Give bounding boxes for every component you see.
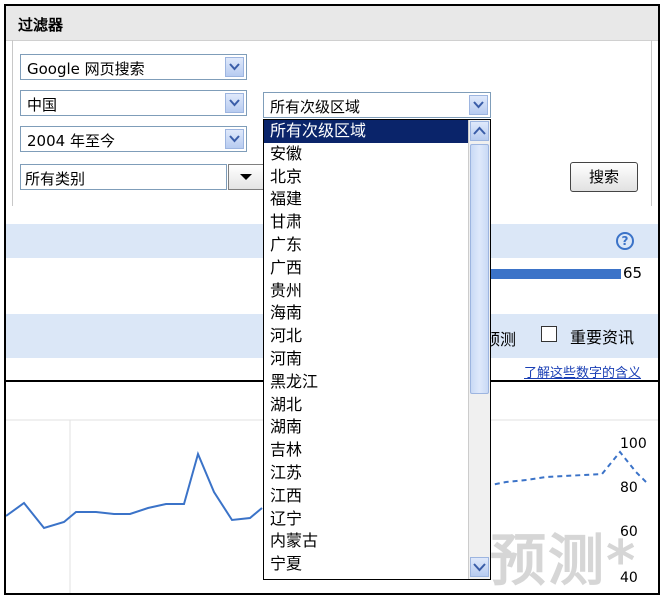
- region-option[interactable]: 海南: [264, 302, 468, 325]
- axis-tick-label: 40: [620, 570, 638, 586]
- region-option[interactable]: 内蒙古: [264, 530, 468, 553]
- region-option[interactable]: 湖南: [264, 416, 468, 439]
- axis-tick-label: 100: [620, 436, 647, 452]
- filter-title: 过滤器: [18, 16, 64, 34]
- triangle-down-icon: [240, 174, 252, 180]
- scroll-down-button[interactable]: [470, 557, 489, 577]
- chevron-down-icon[interactable]: [225, 129, 244, 149]
- time-range-value: 2004 年至今: [27, 132, 115, 150]
- region-select[interactable]: 所有次级区域: [263, 92, 491, 118]
- region-option[interactable]: 宁夏: [264, 553, 468, 576]
- region-value: 所有次级区域: [270, 98, 361, 116]
- axis-tick-label: 60: [620, 524, 638, 540]
- region-option[interactable]: 甘肃: [264, 211, 468, 234]
- region-option[interactable]: 广西: [264, 257, 468, 280]
- category-value: 所有类别: [25, 170, 86, 188]
- scroll-up-button[interactable]: [470, 121, 489, 141]
- trend-line-history: [6, 450, 263, 530]
- search-type-select[interactable]: Google 网页搜索: [20, 54, 247, 80]
- axis-tick-label: 80: [620, 480, 638, 496]
- news-checkbox[interactable]: [541, 326, 557, 342]
- volume-value: 65: [623, 264, 643, 282]
- numbers-meaning-link[interactable]: 了解这些数字的含义: [524, 362, 641, 381]
- chevron-down-icon[interactable]: [225, 93, 244, 113]
- region-option[interactable]: 安徽: [264, 143, 468, 166]
- time-range-select[interactable]: 2004 年至今: [20, 126, 247, 152]
- region-option[interactable]: 福建: [264, 188, 468, 211]
- news-label: 重要资讯: [570, 328, 635, 347]
- region-option[interactable]: 河北: [264, 325, 468, 348]
- region-option[interactable]: 辽宁: [264, 508, 468, 531]
- chevron-down-icon[interactable]: [225, 57, 244, 77]
- chevron-down-icon: [473, 563, 486, 572]
- region-option[interactable]: 江西: [264, 485, 468, 508]
- country-select[interactable]: 中国: [20, 90, 247, 116]
- country-value: 中国: [27, 96, 58, 114]
- search-button[interactable]: 搜索: [570, 162, 638, 192]
- category-input[interactable]: 所有类别: [20, 164, 227, 190]
- category-dropdown-button[interactable]: [228, 164, 264, 190]
- help-icon[interactable]: ?: [616, 232, 634, 250]
- region-option[interactable]: 吉林: [264, 439, 468, 462]
- forecast-watermark: 预测*: [490, 529, 638, 594]
- region-option[interactable]: 广东: [264, 234, 468, 257]
- region-option[interactable]: 湖北: [264, 394, 468, 417]
- chevron-up-icon: [473, 126, 486, 135]
- region-option[interactable]: 贵州: [264, 280, 468, 303]
- volume-bar: [486, 269, 621, 279]
- region-dropdown-list[interactable]: 所有次级区域 安徽 北京 福建 甘肃 广东 广西 贵州 海南 河北 河南 黑龙江 湖北 湖南 吉林 江苏 江西辽…: [263, 119, 491, 580]
- region-option[interactable]: 黑龙江: [264, 371, 468, 394]
- chevron-down-icon[interactable]: [469, 95, 488, 115]
- search-type-value: Google 网页搜索: [27, 60, 145, 78]
- region-option-list: 所有次级区域 安徽 北京 福建 甘肃 广东 广西 贵州 海南 河北 河南 黑龙江 湖北 湖南 吉林 江苏 江西辽…: [264, 120, 468, 576]
- region-option[interactable]: 江苏: [264, 462, 468, 485]
- filter-header: 过滤器: [6, 6, 658, 41]
- scroll-thumb[interactable]: [470, 144, 489, 394]
- window-frame: 过滤器 Google 网页搜索 中国 2004 年至今 所有次级区域 所有类别 …: [4, 4, 660, 595]
- region-option[interactable]: 北京: [264, 166, 468, 189]
- region-option[interactable]: 河南: [264, 348, 468, 371]
- region-option[interactable]: 所有次级区域: [264, 120, 468, 143]
- dropdown-scrollbar[interactable]: [468, 120, 490, 579]
